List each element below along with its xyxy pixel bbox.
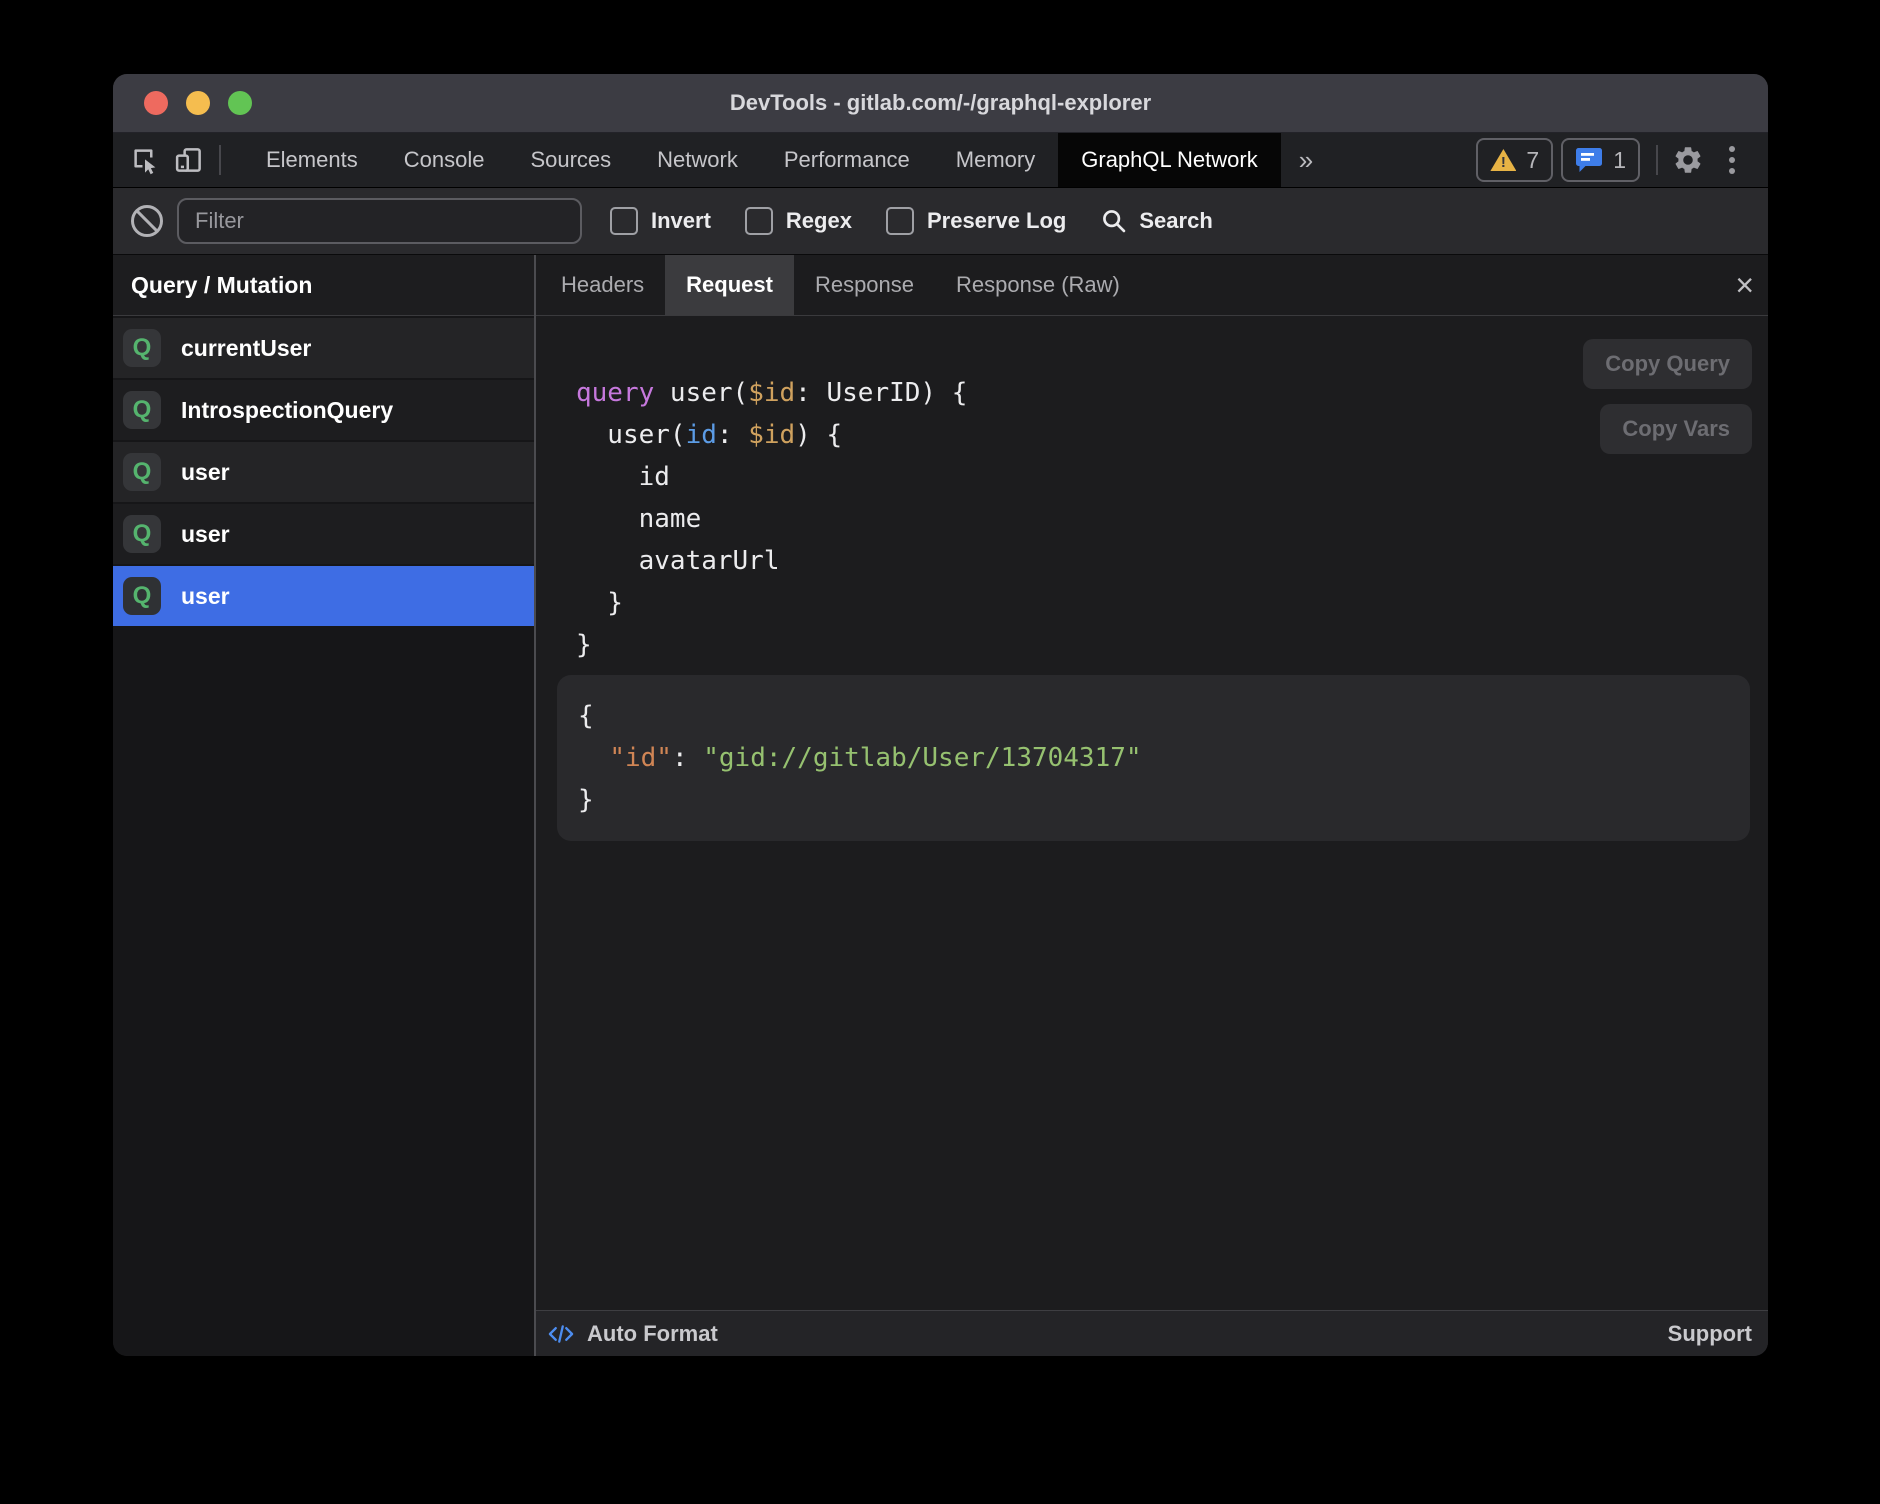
tab-network[interactable]: Network [634, 133, 761, 187]
checkbox-invert[interactable]: Invert [610, 207, 711, 235]
query-list-item-user[interactable]: Quser [113, 504, 534, 564]
query-type-badge: Q [123, 329, 161, 367]
request-tab-content: Copy Query Copy Vars query user($id: Use… [536, 316, 1768, 1310]
query-list-item-currentuser[interactable]: QcurrentUser [113, 318, 534, 378]
query-list-header: Query / Mutation [113, 255, 534, 316]
request-detail-panel: HeadersRequestResponseResponse (Raw) × C… [536, 255, 1768, 1356]
toolbar-divider [1656, 145, 1658, 175]
warning-count: 7 [1526, 147, 1539, 174]
graphql-variables-code: { "id": "gid://gitlab/User/13704317"} [578, 695, 1750, 821]
panel-tabs: ElementsConsoleSourcesNetworkPerformance… [243, 133, 1281, 187]
query-name: user [181, 459, 230, 486]
query-type-badge: Q [123, 453, 161, 491]
query-list-item-user[interactable]: Quser [113, 566, 534, 626]
tab-memory[interactable]: Memory [933, 133, 1058, 187]
main-toolbar: ElementsConsoleSourcesNetworkPerformance… [113, 133, 1768, 188]
main-split: Query / Mutation QcurrentUserQIntrospect… [113, 255, 1768, 1356]
search-label: Search [1139, 208, 1212, 234]
kebab-menu-icon[interactable] [1710, 138, 1754, 182]
auto-format-button[interactable]: Auto Format [587, 1321, 718, 1347]
detail-tab-response[interactable]: Response [794, 255, 935, 315]
copy-buttons: Copy Query Copy Vars [1583, 339, 1752, 454]
detail-footer: Auto Format Support [536, 1310, 1768, 1356]
query-type-badge: Q [123, 577, 161, 615]
query-list-item-user[interactable]: Quser [113, 442, 534, 502]
close-detail-icon[interactable]: × [1735, 255, 1754, 315]
detail-tab-headers[interactable]: Headers [540, 255, 665, 315]
detail-tabs: HeadersRequestResponseResponse (Raw) × [536, 255, 1768, 316]
search-control[interactable]: Search [1100, 207, 1212, 235]
inspect-element-icon[interactable] [123, 138, 167, 182]
issues-warning-badge[interactable]: ! 7 [1476, 138, 1553, 182]
tab-elements[interactable]: Elements [243, 133, 381, 187]
close-window-button[interactable] [144, 91, 168, 115]
devtools-window: DevTools - gitlab.com/-/graphql-explorer… [113, 74, 1768, 1356]
query-name: user [181, 583, 230, 610]
checkbox-regex[interactable]: Regex [745, 207, 852, 235]
device-toolbar-icon[interactable] [167, 138, 211, 182]
filter-toolbar: Invert Regex Preserve Log Search [113, 188, 1768, 255]
support-link[interactable]: Support [1668, 1321, 1752, 1347]
auto-format-icon [546, 1320, 576, 1348]
message-bubble-icon [1575, 147, 1603, 174]
query-type-badge: Q [123, 391, 161, 429]
settings-gear-icon[interactable] [1666, 138, 1710, 182]
checkbox-box[interactable] [745, 207, 773, 235]
minimize-window-button[interactable] [186, 91, 210, 115]
copy-vars-button[interactable]: Copy Vars [1600, 404, 1752, 454]
desktop-background: DevTools - gitlab.com/-/graphql-explorer… [0, 0, 1880, 1504]
tab-sources[interactable]: Sources [507, 133, 634, 187]
copy-query-button[interactable]: Copy Query [1583, 339, 1752, 389]
message-count: 1 [1613, 147, 1626, 174]
checkbox-box[interactable] [886, 207, 914, 235]
detail-tab-response-raw[interactable]: Response (Raw) [935, 255, 1141, 315]
titlebar: DevTools - gitlab.com/-/graphql-explorer [113, 74, 1768, 133]
query-type-badge: Q [123, 515, 161, 553]
more-panels-button[interactable]: » [1281, 145, 1331, 176]
query-name: user [181, 521, 230, 548]
filter-options: Invert Regex Preserve Log [610, 207, 1066, 235]
console-messages-badge[interactable]: 1 [1561, 138, 1640, 182]
query-list-item-introspectionquery[interactable]: Q IntrospectionQuery [113, 380, 534, 440]
zoom-window-button[interactable] [228, 91, 252, 115]
warning-icon: ! [1490, 149, 1516, 171]
filter-input[interactable] [177, 198, 582, 244]
toolbar-divider [219, 145, 221, 175]
query-variables-box: { "id": "gid://gitlab/User/13704317"} [557, 675, 1750, 841]
checkbox-label: Regex [786, 208, 852, 234]
query-list: QcurrentUserQIntrospectionQueryQuserQuse… [113, 316, 534, 1356]
checkbox-box[interactable] [610, 207, 638, 235]
checkbox-preserve-log[interactable]: Preserve Log [886, 207, 1066, 235]
query-name: IntrospectionQuery [181, 397, 393, 424]
clear-log-icon[interactable] [131, 205, 163, 237]
tab-graphql-network[interactable]: GraphQL Network [1058, 133, 1280, 187]
tab-performance[interactable]: Performance [761, 133, 933, 187]
checkbox-label: Invert [651, 208, 711, 234]
query-list-panel: Query / Mutation QcurrentUserQIntrospect… [113, 255, 534, 1356]
search-icon [1100, 207, 1128, 235]
detail-tab-request[interactable]: Request [665, 255, 794, 315]
query-name: currentUser [181, 335, 311, 362]
tab-console[interactable]: Console [381, 133, 508, 187]
traffic-lights [144, 74, 252, 132]
checkbox-label: Preserve Log [927, 208, 1066, 234]
window-title: DevTools - gitlab.com/-/graphql-explorer [113, 90, 1768, 116]
